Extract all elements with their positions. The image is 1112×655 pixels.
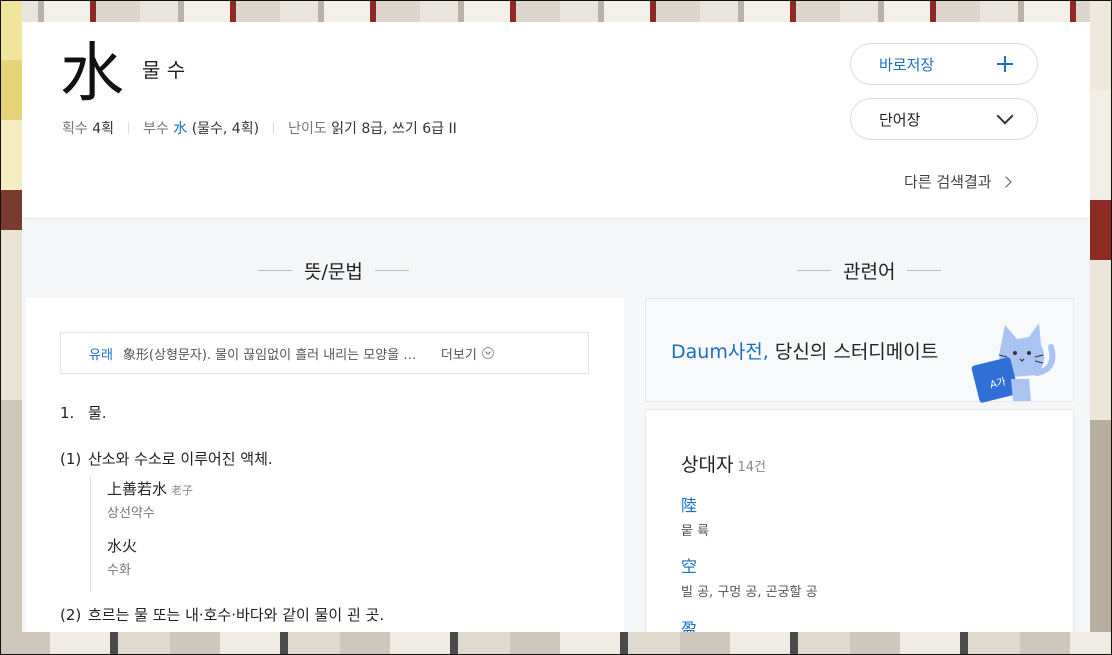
- expand-circle-icon: [481, 347, 494, 359]
- banner-slogan: 당신의 스터디메이트: [768, 341, 939, 363]
- vocabulary-dropdown[interactable]: 단어장: [850, 98, 1038, 140]
- chevron-right-icon: [999, 175, 1012, 188]
- sub-meaning-text: 산소와 수소로 이루어진 액체.: [88, 450, 273, 468]
- strokes-label: 획수: [62, 121, 88, 137]
- entry-hanja: 水: [60, 37, 124, 111]
- entry-meta: 획수 4획 부수 水 (물수, 4획) 난이도 읽기 8급, 쓰기 6급 II: [62, 118, 457, 138]
- example-item: 水火 수화: [107, 535, 193, 578]
- quick-save-button[interactable]: 바로저장: [850, 43, 1038, 85]
- background-bottom-strip: [0, 632, 1112, 655]
- sub-meaning-item: (1) 산소와 수소로 이루어진 액체.: [60, 448, 273, 469]
- origin-text: 象形(상형문자). 물이 끊임없이 흘러 내리는 모양을 본뜸.…: [122, 347, 423, 363]
- related-panel: 상대자 14건 陸 뭍 륙 空 빌 공, 구멍 공, 곤궁할 공 盈: [645, 409, 1074, 632]
- origin-label: 유래: [89, 347, 113, 363]
- background-right-strip: [1090, 0, 1112, 655]
- related-item[interactable]: 空 빌 공, 구멍 공, 곤궁할 공: [681, 553, 818, 600]
- example-source: 老子: [171, 484, 194, 497]
- related-title-text: 관련어: [843, 261, 896, 283]
- banner-brand: Daum사전,: [671, 341, 769, 363]
- title-line: [797, 270, 831, 271]
- vocabulary-label: 단어장: [879, 110, 921, 129]
- radical-detail: (물수, 4획): [191, 121, 260, 137]
- example-item: 上善若水 老子 상선약수: [107, 478, 193, 521]
- origin-box: 유래 象形(상형문자). 물이 끊임없이 흘러 내리는 모양을 본뜸.… 더보기: [60, 332, 589, 374]
- example-list: 上善若水 老子 상선약수 水火 수화: [90, 478, 193, 592]
- example-reading: 수화: [107, 563, 131, 578]
- level-label: 난이도: [288, 121, 327, 137]
- meaning-number: 1.: [60, 404, 75, 422]
- dictionary-card: 水 물 수 획수 4획 부수 水 (물수, 4획) 난이도 읽기 8급, 쓰기 …: [22, 22, 1090, 632]
- title-line: [374, 270, 409, 271]
- banner-text: Daum사전, 당신의 스터디메이트: [671, 337, 938, 364]
- entry-header: 水 물 수 획수 4획 부수 水 (물수, 4획) 난이도 읽기 8급, 쓰기 …: [22, 22, 1090, 219]
- origin-more-label: 더보기: [440, 347, 477, 363]
- plus-icon: [995, 54, 1015, 74]
- radical-label: 부수: [143, 121, 169, 137]
- meaning-item: 1. 물.: [60, 402, 107, 423]
- origin-more-button[interactable]: 더보기: [441, 344, 494, 363]
- related-char[interactable]: 陸: [681, 492, 709, 516]
- related-item[interactable]: 盈: [681, 615, 697, 632]
- example-hanja[interactable]: 水火: [107, 537, 137, 555]
- entry-reading: 물 수: [142, 58, 186, 82]
- antonym-count: 14건: [737, 460, 766, 475]
- meaning-section-title: 뜻/문법: [246, 257, 421, 284]
- daum-promo-banner[interactable]: Daum사전, 당신의 스터디메이트 A가: [645, 298, 1074, 403]
- cat-mascot-icon: A가: [971, 323, 1056, 403]
- meaning-title-text: 뜻/문법: [304, 261, 363, 283]
- meaning-text: 물.: [88, 404, 107, 422]
- title-line: [258, 270, 292, 271]
- chevron-down-icon: [996, 107, 1014, 125]
- sub-meaning-text: 흐르는 물 또는 내·호수·바다와 같이 물이 괸 곳.: [88, 606, 385, 624]
- example-reading: 상선약수: [107, 506, 155, 521]
- related-meaning: 빌 공, 구멍 공, 곤궁할 공: [681, 585, 818, 600]
- example-hanja[interactable]: 上善若水: [107, 480, 167, 498]
- quick-save-label: 바로저장: [879, 55, 935, 74]
- related-section-title: 관련어: [785, 257, 953, 284]
- antonym-title: 상대자 14건: [681, 450, 766, 477]
- meta-divider: [128, 122, 130, 134]
- other-results-link[interactable]: 다른 검색결과: [904, 171, 1012, 192]
- sub-meaning-item: (2) 흐르는 물 또는 내·호수·바다와 같이 물이 괸 곳.: [60, 604, 384, 625]
- title-line: [907, 270, 942, 271]
- related-item[interactable]: 陸 뭍 륙: [681, 492, 709, 539]
- antonym-title-text: 상대자: [681, 454, 734, 476]
- sub-meaning-number: (2): [60, 606, 82, 624]
- strokes-value: 4획: [92, 121, 115, 137]
- related-meaning: 뭍 륙: [681, 524, 710, 539]
- background-top-strip: [0, 0, 1112, 22]
- meaning-panel: 유래 象形(상형문자). 물이 끊임없이 흘러 내리는 모양을 본뜸.… 더보기…: [26, 298, 624, 632]
- related-char[interactable]: 盈: [681, 615, 697, 632]
- level-value: 읽기 8급, 쓰기 6급 II: [331, 121, 457, 137]
- background-left-strip: [0, 0, 22, 655]
- related-char[interactable]: 空: [681, 553, 818, 577]
- radical-link[interactable]: 水: [173, 118, 187, 138]
- meta-divider: [273, 122, 275, 134]
- other-results-label: 다른 검색결과: [904, 173, 992, 191]
- sub-meaning-number: (1): [60, 450, 82, 468]
